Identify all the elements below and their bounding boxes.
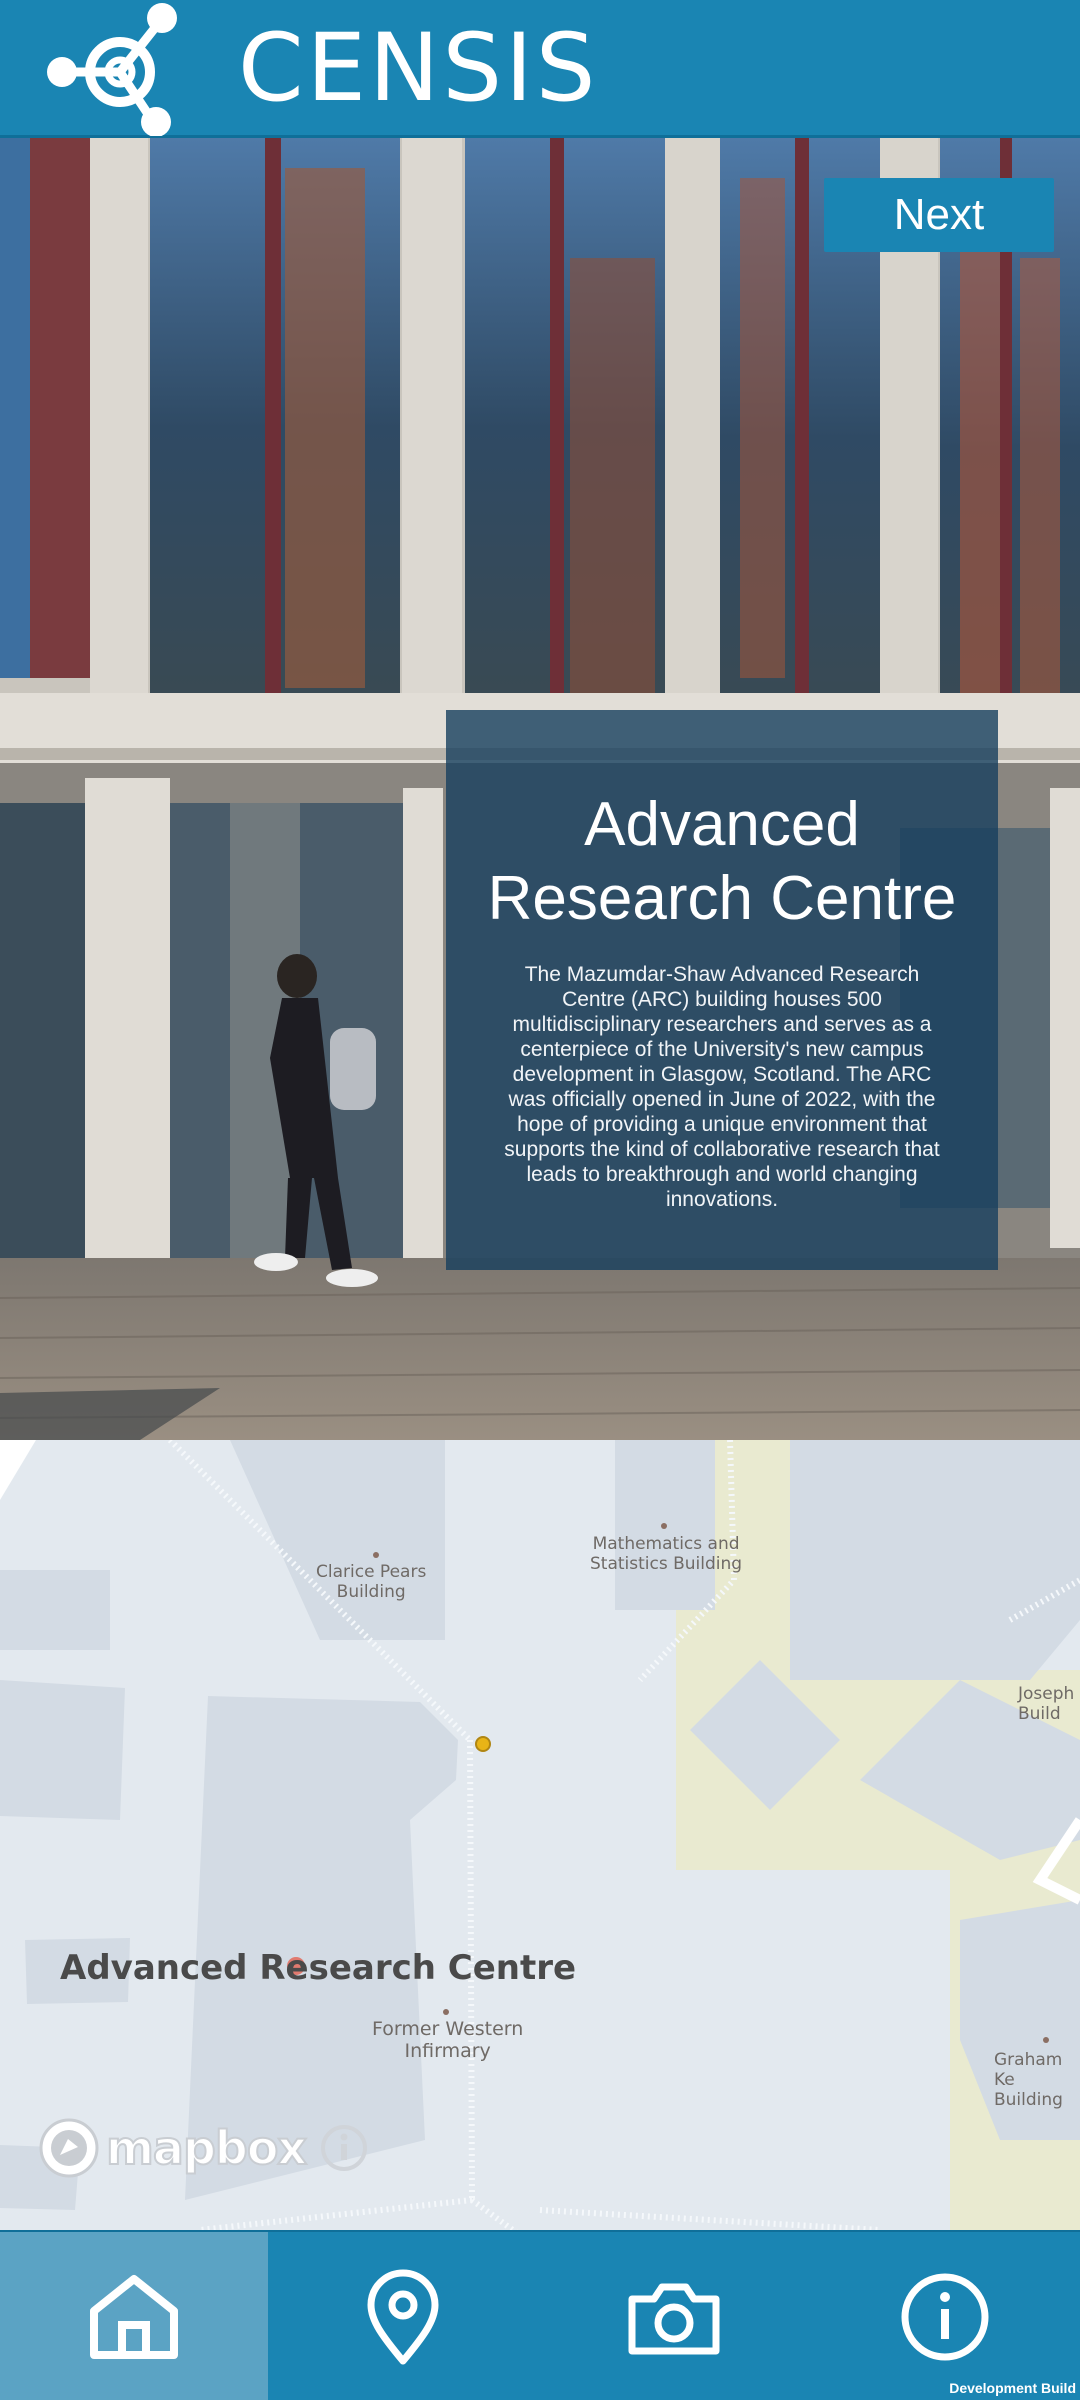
- tab-home[interactable]: [0, 2232, 268, 2400]
- bottom-navigation: Development Build: [0, 2230, 1080, 2400]
- mapbox-logo-icon: [39, 2118, 99, 2178]
- info-icon: [901, 2273, 989, 2361]
- hero-photo: Next Advanced Research Centre The Mazumd…: [0, 138, 1080, 1440]
- mapbox-wordmark: mapbox: [105, 2120, 308, 2176]
- mapbox-info-icon[interactable]: [320, 2124, 368, 2172]
- map-view[interactable]: Clarice Pears Building Mathematics and S…: [0, 1440, 1080, 2230]
- map-label-graham: Graham Ke Building: [994, 2050, 1063, 2110]
- camera-icon: [628, 2283, 720, 2355]
- app-header: CENSIS: [0, 0, 1080, 138]
- map-label-former-western-infirmary: Former Western Infirmary: [372, 2018, 524, 2062]
- info-card: Advanced Research Centre The Mazumdar-Sh…: [446, 710, 998, 1270]
- map-label-joseph: Joseph Build: [1018, 1684, 1075, 1724]
- info-card-title: Advanced Research Centre: [487, 790, 957, 933]
- tab-location[interactable]: [268, 2232, 539, 2400]
- map-canvas[interactable]: [0, 1440, 1080, 2230]
- mapbox-attribution[interactable]: mapbox: [38, 2116, 368, 2180]
- map-label-advanced-research-centre[interactable]: Advanced Research Centre: [60, 1948, 576, 1988]
- tab-camera[interactable]: [539, 2232, 810, 2400]
- tab-info[interactable]: [809, 2232, 1080, 2400]
- home-icon: [90, 2275, 178, 2359]
- info-card-body: The Mazumdar-Shaw Advanced Research Cent…: [504, 963, 940, 1211]
- map-label-clarice-pears: Clarice Pears Building: [316, 1562, 427, 1602]
- development-build-label: Development Build: [949, 2380, 1076, 2396]
- map-pin-icon: [367, 2269, 439, 2365]
- map-label-maths-building: Mathematics and Statistics Building: [590, 1534, 743, 1574]
- censis-logo-icon: [47, 3, 177, 136]
- next-button[interactable]: Next: [824, 178, 1054, 252]
- brand-name: CENSIS: [238, 14, 599, 123]
